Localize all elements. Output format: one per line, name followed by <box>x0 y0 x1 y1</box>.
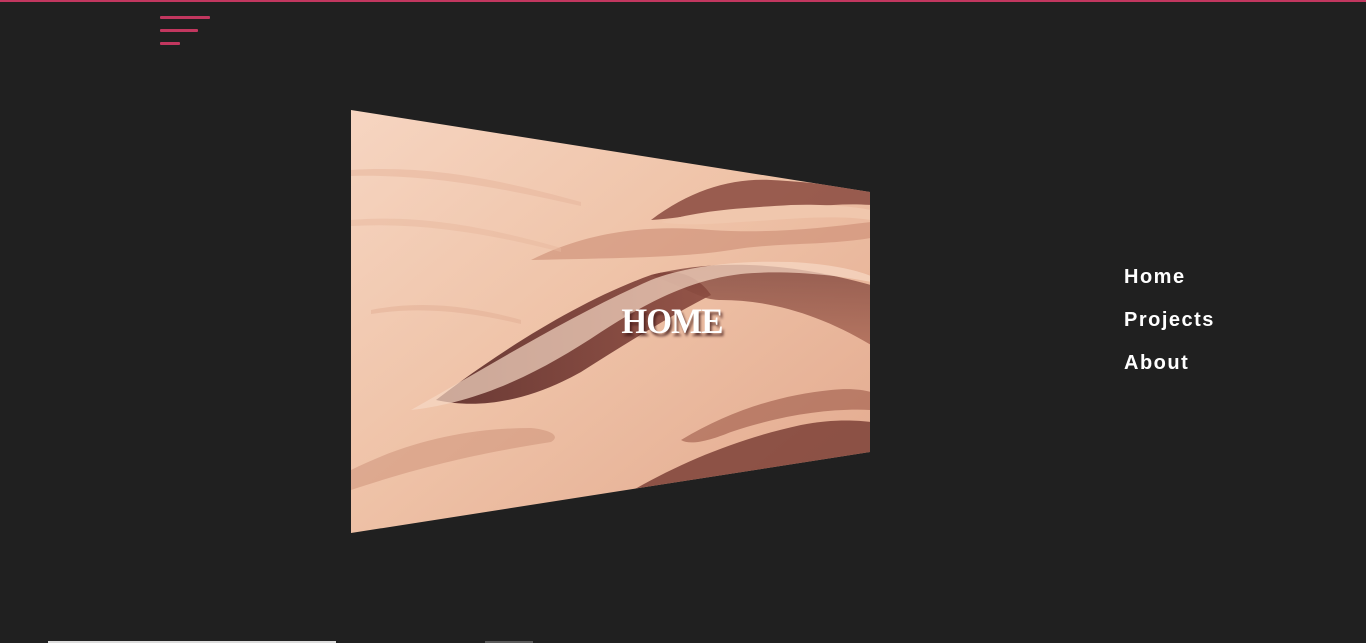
hamburger-menu-button[interactable] <box>156 12 216 52</box>
nav-link-projects[interactable]: Projects <box>1124 305 1264 348</box>
desert-dunes-image <box>351 110 870 533</box>
hamburger-menu-icon-line-2 <box>160 29 198 32</box>
hamburger-menu-icon-line-3 <box>160 42 180 45</box>
side-navigation: Home Projects About <box>1124 262 1264 391</box>
nav-link-about[interactable]: About <box>1124 348 1264 391</box>
hero-image-panel <box>351 110 871 534</box>
hero-title: HOME <box>621 301 723 341</box>
nav-link-home[interactable]: Home <box>1124 262 1264 305</box>
hamburger-menu-icon <box>160 16 210 19</box>
top-accent-line <box>0 0 1366 2</box>
